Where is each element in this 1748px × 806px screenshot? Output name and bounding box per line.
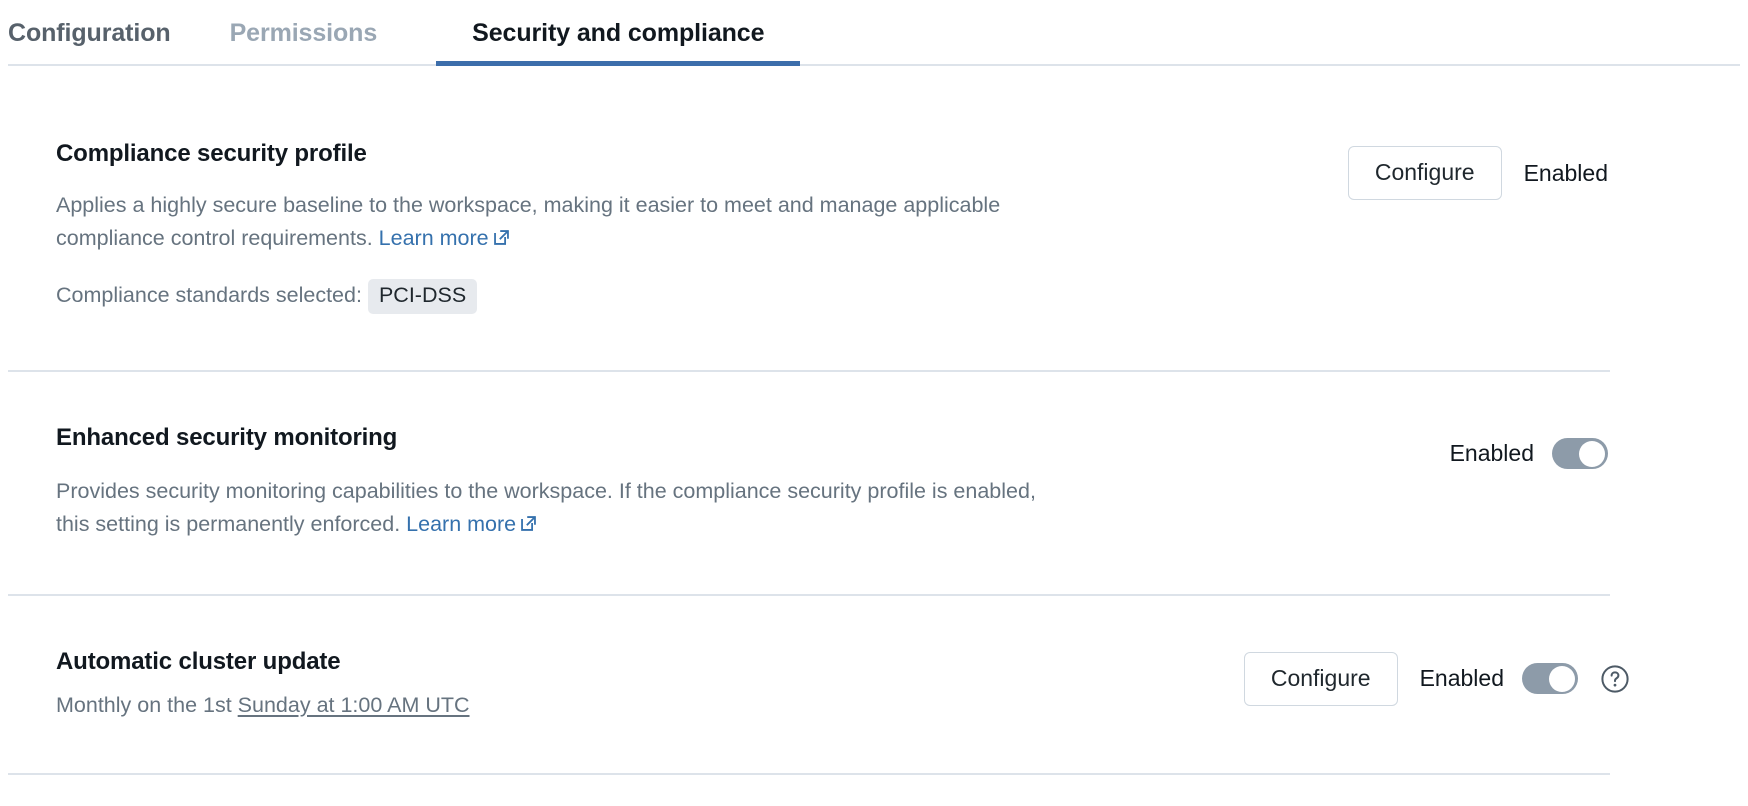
help-circle-icon[interactable] bbox=[1600, 664, 1630, 694]
active-tab-indicator bbox=[436, 61, 800, 66]
monitoring-description: Provides security monitoring capabilitie… bbox=[56, 475, 1046, 544]
compliance-standard-badge-pci-dss: PCI-DSS bbox=[368, 279, 477, 314]
section-enhanced-security-monitoring: Enhanced security monitoring Provides se… bbox=[0, 372, 1748, 593]
external-link-icon bbox=[519, 510, 538, 543]
divider-after-cluster-update bbox=[8, 773, 1610, 775]
settings-content: Compliance security profile Applies a hi… bbox=[0, 66, 1748, 775]
compliance-text-block: Compliance security profile Applies a hi… bbox=[56, 140, 1076, 314]
cluster-update-toggle[interactable] bbox=[1522, 663, 1578, 694]
cluster-update-status-label: Enabled bbox=[1420, 667, 1504, 690]
compliance-description-text: Applies a highly secure baseline to the … bbox=[56, 193, 1000, 250]
cluster-update-controls: Configure Enabled bbox=[1244, 652, 1630, 706]
external-link-icon bbox=[492, 224, 511, 257]
monitoring-status-label: Enabled bbox=[1450, 442, 1534, 465]
compliance-standards-row: Compliance standards selected:PCI-DSS bbox=[56, 279, 1076, 314]
cluster-update-configure-button[interactable]: Configure bbox=[1244, 652, 1398, 706]
cluster-update-title: Automatic cluster update bbox=[56, 648, 470, 677]
tab-permissions-label: Permissions bbox=[230, 19, 378, 47]
monitoring-controls: Enabled bbox=[1428, 438, 1608, 469]
tab-permissions[interactable]: Permissions bbox=[230, 21, 409, 66]
compliance-title: Compliance security profile bbox=[56, 140, 1076, 169]
monitoring-text-block: Enhanced security monitoring Provides se… bbox=[56, 424, 1046, 543]
compliance-standards-label: Compliance standards selected: bbox=[56, 283, 362, 307]
compliance-learn-more-link[interactable]: Learn more bbox=[379, 226, 511, 250]
compliance-description: Applies a highly secure baseline to the … bbox=[56, 189, 1076, 258]
cluster-update-schedule-prefix: Monthly on the 1st bbox=[56, 693, 238, 717]
tab-configuration-label: Configuration bbox=[8, 19, 171, 47]
tab-security-and-compliance-label: Security and compliance bbox=[472, 19, 764, 47]
cluster-update-toggle-knob bbox=[1549, 666, 1575, 692]
compliance-configure-button[interactable]: Configure bbox=[1348, 146, 1502, 200]
monitoring-toggle[interactable] bbox=[1552, 438, 1608, 469]
tab-configuration[interactable]: Configuration bbox=[8, 21, 202, 66]
tab-bar: Configuration Permissions Security and c… bbox=[0, 0, 1748, 66]
monitoring-title: Enhanced security monitoring bbox=[56, 424, 1046, 453]
section-automatic-cluster-update: Automatic cluster update Monthly on the … bbox=[0, 596, 1748, 773]
tab-list: Configuration Permissions Security and c… bbox=[0, 0, 1748, 66]
monitoring-description-text: Provides security monitoring capabilitie… bbox=[56, 479, 1036, 536]
compliance-learn-more-label: Learn more bbox=[379, 226, 489, 250]
compliance-controls: Configure Enabled bbox=[1348, 146, 1608, 200]
compliance-status-label: Enabled bbox=[1524, 162, 1608, 185]
section-compliance-security-profile: Compliance security profile Applies a hi… bbox=[0, 66, 1748, 370]
cluster-update-schedule: Monthly on the 1st Sunday at 1:00 AM UTC bbox=[56, 689, 470, 721]
monitoring-learn-more-label: Learn more bbox=[406, 512, 516, 536]
monitoring-toggle-knob bbox=[1579, 441, 1605, 467]
monitoring-learn-more-link[interactable]: Learn more bbox=[406, 512, 538, 536]
cluster-update-schedule-link[interactable]: Sunday at 1:00 AM UTC bbox=[238, 693, 470, 717]
tab-security-and-compliance[interactable]: Security and compliance bbox=[436, 21, 800, 66]
cluster-update-text-block: Automatic cluster update Monthly on the … bbox=[56, 648, 470, 721]
